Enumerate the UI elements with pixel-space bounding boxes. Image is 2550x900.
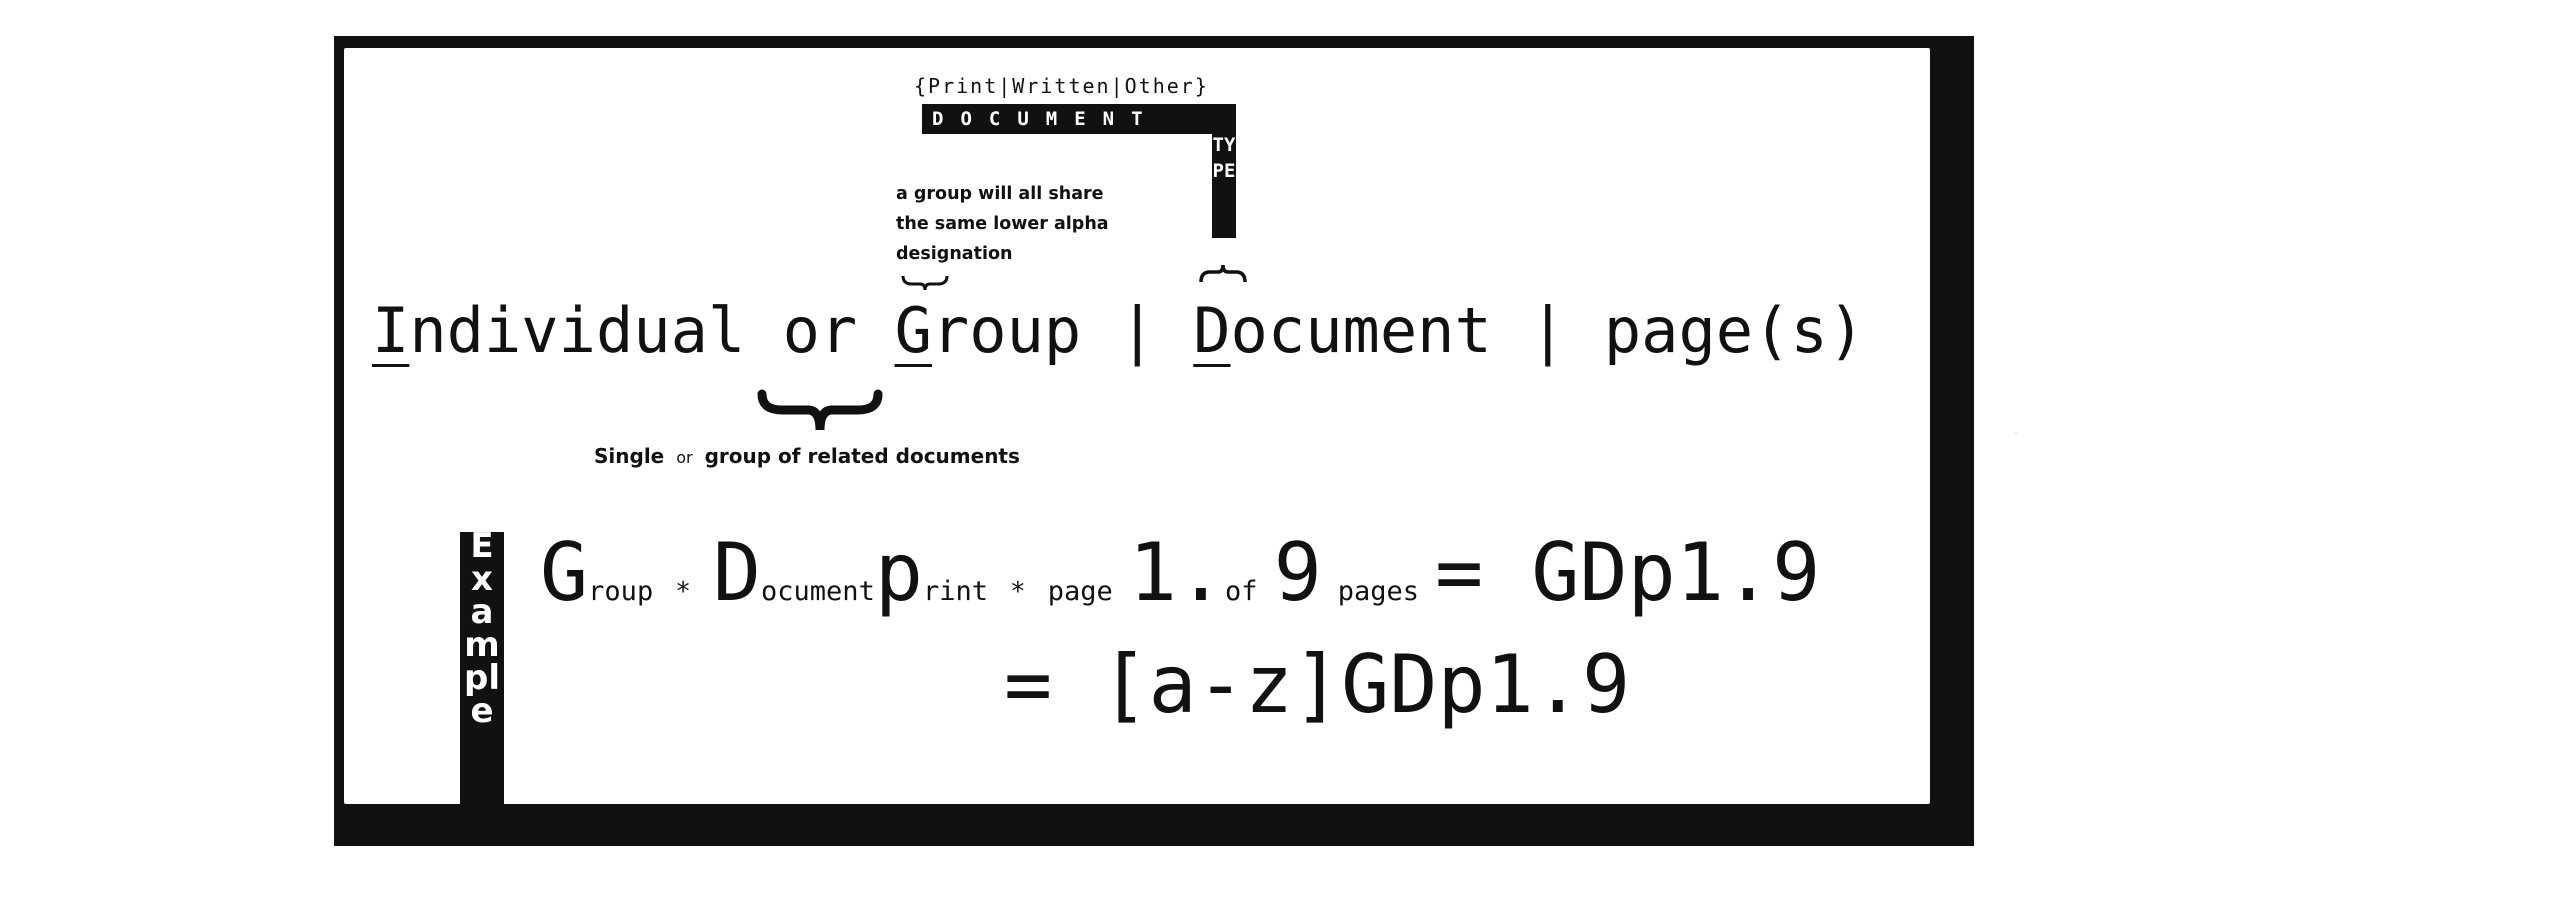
or-word: or xyxy=(782,294,858,367)
separator-1: | xyxy=(1118,294,1156,367)
document-type-options: {Print|Written|Other} xyxy=(914,74,1209,98)
group-note: a group will all share the same lower al… xyxy=(896,184,1109,264)
document-initial: D xyxy=(1193,294,1231,367)
example-result: = GDp1.9 xyxy=(1435,526,1821,619)
single-or-word: or xyxy=(676,448,693,467)
naming-scheme-line: Individual or Group | Document | page(s) xyxy=(372,286,1865,376)
separator-2: | xyxy=(1529,294,1567,367)
example-vertical-label: Example xyxy=(464,526,500,731)
individual-rest: ndividual xyxy=(409,294,746,367)
pages-word: page(s) xyxy=(1603,294,1866,367)
single-or-group-note: Single or group of related documents xyxy=(594,444,1020,468)
example-nine: 9 xyxy=(1273,526,1322,619)
document-brace-icon xyxy=(1199,264,1247,283)
example-p: p xyxy=(874,526,923,619)
example-page-sub: page xyxy=(1047,576,1113,607)
example-pages-sub: pages xyxy=(1337,576,1420,607)
document-rest: ocument xyxy=(1230,294,1492,367)
document-type-label: DOCUMENT xyxy=(922,104,1234,134)
example-print-sub: rint xyxy=(923,576,989,607)
example-one: 1. xyxy=(1128,526,1226,619)
single-word: Single xyxy=(594,444,665,468)
example-line-1: G roup * D ocument p rint * page 1. of 9… xyxy=(540,528,1820,618)
example-d: D xyxy=(712,526,762,619)
group-related-text: group of related documents xyxy=(704,444,1020,468)
example-line-2: = [a-z]GDp1.9 xyxy=(1004,638,1631,731)
group-initial: G xyxy=(894,294,932,367)
type-vertical-label: TYPE xyxy=(1212,134,1236,182)
example-star-2: * xyxy=(1010,577,1026,607)
example-g: G xyxy=(540,526,589,619)
stray-mark xyxy=(2015,432,2017,434)
example-star-1: * xyxy=(675,577,691,607)
group-rest: roup xyxy=(931,294,1082,367)
example-group-sub: roup xyxy=(588,576,654,607)
example-document-sub: ocument xyxy=(761,576,875,607)
example-of-sub: of xyxy=(1225,576,1258,607)
individual-initial: I xyxy=(372,294,410,367)
single-or-group-brace-icon xyxy=(757,389,883,431)
